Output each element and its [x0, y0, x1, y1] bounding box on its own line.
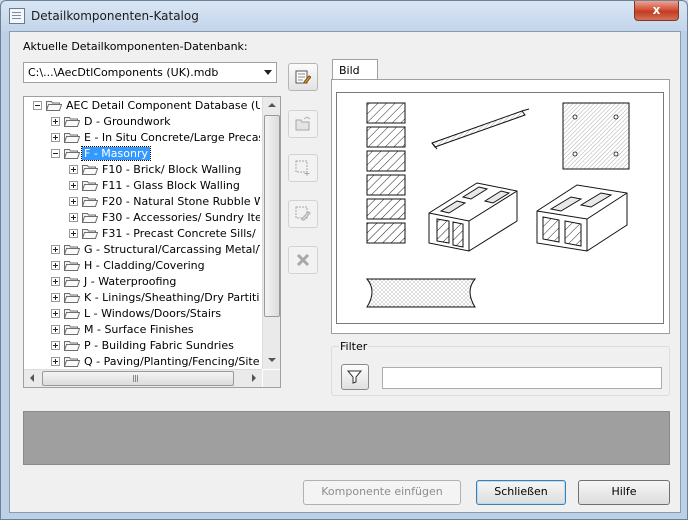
- tree-item-label: F - Masonry: [81, 146, 151, 161]
- new-component-button[interactable]: [288, 154, 318, 182]
- open-folder-icon: [64, 324, 80, 335]
- open-folder-button[interactable]: [288, 110, 318, 138]
- collapse-icon[interactable]: [51, 149, 60, 158]
- expand-icon[interactable]: [51, 341, 60, 350]
- open-folder-icon: [64, 308, 80, 319]
- component-preview-image: [336, 92, 664, 324]
- title-bar[interactable]: Detailkomponenten-Katalog x: [1, 1, 687, 31]
- open-folder-icon: [64, 340, 80, 351]
- open-folder-icon: [82, 164, 98, 175]
- filter-group-label: Filter: [339, 340, 369, 353]
- arrow-up-icon: [268, 103, 276, 107]
- tree-item-label: L - Windows/Doors/Stairs: [84, 307, 222, 320]
- expand-icon[interactable]: [51, 133, 60, 142]
- tree-vertical-scrollbar[interactable]: [262, 97, 280, 369]
- edit-component-icon: [295, 206, 311, 221]
- expand-icon[interactable]: [69, 165, 78, 174]
- expand-icon[interactable]: [69, 181, 78, 190]
- tree-item-label: F10 - Brick/ Block Walling: [102, 163, 242, 176]
- open-folder-icon: [82, 228, 98, 239]
- horizontal-scroll-thumb[interactable]: [42, 371, 234, 386]
- preview-tab-panel: [331, 79, 670, 334]
- tree-item-label: F31 - Precast Concrete Sills/ Lint: [102, 227, 260, 240]
- expand-icon[interactable]: [69, 213, 78, 222]
- open-folder-icon: [82, 196, 98, 207]
- delete-button[interactable]: [288, 246, 318, 274]
- tree-root-label: AEC Detail Component Database (UK): [66, 99, 260, 112]
- database-select-value: C:\...\AecDtlComponents (UK).mdb: [28, 66, 219, 79]
- scroll-thumb[interactable]: [264, 115, 280, 317]
- open-folder-icon: [64, 260, 80, 271]
- help-button[interactable]: Hilfe: [578, 480, 670, 505]
- catalog-app-icon: [9, 8, 25, 24]
- tree-item-label: D - Groundwork: [84, 115, 171, 128]
- expand-icon[interactable]: [51, 325, 60, 334]
- scroll-down-button[interactable]: [263, 352, 280, 369]
- filter-input[interactable]: [382, 367, 662, 389]
- tree-horizontal-scrollbar[interactable]: [24, 369, 262, 387]
- dialog-client-area: Aktuelle Detailkomponenten-Datenbank: C:…: [9, 31, 681, 513]
- open-folder-icon: [64, 244, 80, 255]
- edit-component-button[interactable]: [288, 200, 318, 228]
- tree-item-label: M - Surface Finishes: [84, 323, 194, 336]
- tree-item-label: E - In Situ Concrete/Large Precast C: [84, 131, 260, 144]
- open-folder-icon: [46, 100, 62, 111]
- scroll-up-button[interactable]: [263, 97, 280, 114]
- tree-item-label: Q - Paving/Planting/Fencing/Site Fu: [84, 355, 260, 368]
- chevron-down-icon[interactable]: [264, 70, 272, 75]
- open-folder-icon: [64, 148, 80, 159]
- description-panel: [23, 411, 670, 465]
- open-folder-icon: [82, 212, 98, 223]
- component-tree[interactable]: AEC Detail Component Database (UK) D - G…: [23, 96, 281, 388]
- tree-item-label: J - Waterproofing: [84, 275, 177, 288]
- expand-icon[interactable]: [69, 229, 78, 238]
- open-folder-icon: [82, 180, 98, 191]
- tab-bild-label: Bild: [339, 64, 360, 77]
- expand-icon[interactable]: [51, 309, 60, 318]
- collapse-icon[interactable]: [33, 101, 42, 110]
- tree-item-label: H - Cladding/Covering: [84, 259, 205, 272]
- open-folder-icon: [64, 356, 80, 367]
- expand-icon[interactable]: [51, 245, 60, 254]
- edit-database-button[interactable]: [288, 63, 318, 91]
- tree-item-label: F20 - Natural Stone Rubble Wall: [102, 195, 260, 208]
- dialog-window: Detailkomponenten-Katalog x Aktuelle Det…: [0, 0, 688, 520]
- edit-database-icon: [295, 70, 311, 84]
- insert-component-button[interactable]: Komponente einfügen: [303, 480, 461, 505]
- filter-button[interactable]: [341, 364, 369, 390]
- arrow-down-icon: [268, 358, 276, 362]
- open-folder-icon: [64, 132, 80, 143]
- expand-icon[interactable]: [51, 293, 60, 302]
- tab-bild[interactable]: Bild: [332, 59, 378, 81]
- close-window-button[interactable]: x: [634, 1, 679, 21]
- database-label: Aktuelle Detailkomponenten-Datenbank:: [23, 40, 248, 53]
- tree-item-label: F30 - Accessories/ Sundry Items: [102, 211, 260, 224]
- scroll-corner: [263, 370, 280, 387]
- window-title: Detailkomponenten-Katalog: [31, 9, 199, 23]
- open-folder-icon: [295, 116, 311, 131]
- arrow-right-icon[interactable]: [252, 374, 256, 382]
- expand-icon[interactable]: [51, 277, 60, 286]
- funnel-icon: [347, 370, 362, 384]
- tree-item-label: K - Linings/Sheathing/Dry Partitionin: [84, 291, 260, 304]
- new-component-icon: [295, 160, 310, 176]
- tree-content: AEC Detail Component Database (UK) D - G…: [24, 97, 260, 369]
- expand-icon[interactable]: [51, 117, 60, 126]
- open-folder-icon: [64, 276, 80, 287]
- expand-icon[interactable]: [51, 261, 60, 270]
- tree-item-label: F11 - Glass Block Walling: [102, 179, 240, 192]
- expand-icon[interactable]: [69, 197, 78, 206]
- tree-item-label: P - Building Fabric Sundries: [84, 339, 234, 352]
- arrow-left-icon[interactable]: [30, 374, 34, 382]
- open-folder-icon: [64, 292, 80, 303]
- database-select[interactable]: C:\...\AecDtlComponents (UK).mdb: [23, 62, 277, 83]
- open-folder-icon: [64, 116, 80, 127]
- close-button[interactable]: Schließen: [476, 480, 566, 505]
- delete-icon: [296, 253, 310, 267]
- tree-item-label: G - Structural/Carcassing Metal/Timb: [84, 243, 260, 256]
- expand-icon[interactable]: [51, 357, 60, 366]
